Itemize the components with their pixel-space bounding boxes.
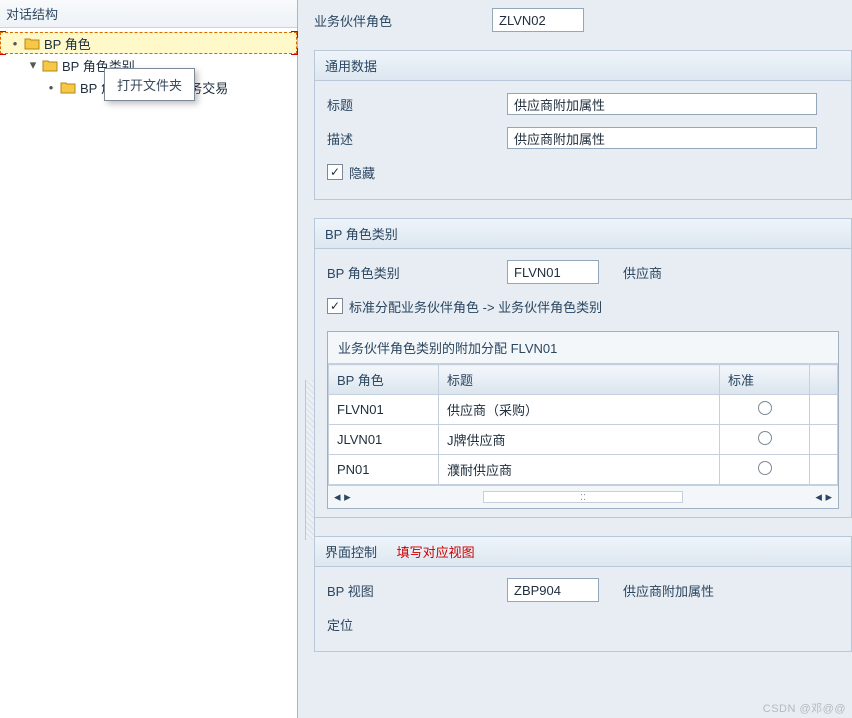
group-ui-header: 界面控制 填写对应视图 bbox=[315, 537, 851, 567]
group-general-header: 通用数据 bbox=[315, 51, 851, 81]
view-input[interactable]: ZBP904 bbox=[507, 578, 599, 602]
cell-title: J牌供应商 bbox=[439, 425, 720, 455]
role-input[interactable]: ZLVN02 bbox=[492, 8, 584, 32]
hide-checkbox[interactable] bbox=[327, 164, 343, 180]
cell-bprole: PN01 bbox=[329, 455, 439, 485]
std-assign-label: 标准分配业务伙伴角色 -> 业务伙伴角色类别 bbox=[349, 297, 602, 316]
group-rolecat-header: BP 角色类别 bbox=[315, 219, 851, 249]
tree-header: 对话结构 bbox=[0, 0, 297, 28]
rolecat-label: BP 角色类别 bbox=[327, 263, 507, 282]
col-title[interactable]: 标题 bbox=[439, 365, 720, 395]
scroll-track[interactable]: :: bbox=[483, 491, 683, 503]
tree-bullet-icon: • bbox=[10, 36, 20, 51]
group-general: 通用数据 标题 供应商附加属性 描述 供应商附加属性 隐藏 bbox=[314, 50, 852, 200]
group-rolecat: BP 角色类别 BP 角色类别 FLVN01 供应商 标准分配业务伙伴角色 ->… bbox=[314, 218, 852, 518]
drag-strip[interactable] bbox=[305, 380, 315, 540]
watermark: CSDN @邓@@ bbox=[763, 700, 846, 716]
cell-title: 供应商（采购） bbox=[439, 395, 720, 425]
folder-icon bbox=[60, 80, 76, 94]
std-assign-checkbox[interactable] bbox=[327, 298, 343, 314]
table-row[interactable]: PN01 濮耐供应商 bbox=[329, 455, 838, 485]
cell-title: 濮耐供应商 bbox=[439, 455, 720, 485]
assign-grid: 业务伙伴角色类别的附加分配 FLVN01 BP 角色 标题 标准 bbox=[327, 331, 839, 509]
cell-std[interactable] bbox=[720, 425, 810, 455]
annotation-text: 填写对应视图 bbox=[397, 545, 475, 560]
tree-bullet-icon: • bbox=[46, 80, 56, 95]
radio-icon[interactable] bbox=[758, 461, 772, 475]
cell-std[interactable] bbox=[720, 395, 810, 425]
tooltip-open-folder: 打开文件夹 bbox=[104, 68, 195, 101]
table-row[interactable]: FLVN01 供应商（采购） bbox=[329, 395, 838, 425]
cell-bprole: FLVN01 bbox=[329, 395, 439, 425]
grid-caption: 业务伙伴角色类别的附加分配 FLVN01 bbox=[328, 332, 838, 364]
hide-label: 隐藏 bbox=[349, 163, 375, 182]
rolecat-input[interactable]: FLVN01 bbox=[507, 260, 599, 284]
folder-icon bbox=[24, 36, 40, 50]
cell-bprole: JLVN01 bbox=[329, 425, 439, 455]
detail-panel: 业务伙伴角色 ZLVN02 通用数据 标题 供应商附加属性 描述 供应商附加属性 bbox=[298, 0, 852, 718]
view-label: BP 视图 bbox=[327, 581, 507, 600]
pos-label: 定位 bbox=[327, 615, 507, 634]
rolecat-desc: 供应商 bbox=[623, 263, 662, 282]
radio-icon[interactable] bbox=[758, 431, 772, 445]
scroll-next-icon[interactable]: ◂ bbox=[815, 489, 822, 504]
tree-item-bp-role[interactable]: • BP 角色 bbox=[0, 32, 297, 54]
grid-scrollbar[interactable]: ◂ ▸ :: ◂ ▸ bbox=[328, 485, 838, 508]
cell-tool bbox=[810, 425, 838, 455]
scroll-first-icon[interactable]: ◂ bbox=[334, 489, 341, 504]
tree-item-label: BP 角色 bbox=[44, 34, 91, 53]
desc-input[interactable]: 供应商附加属性 bbox=[507, 127, 817, 149]
radio-icon[interactable] bbox=[758, 401, 772, 415]
dialog-tree-panel: 对话结构 • BP 角色 ▾ BP 角色类别 • bbox=[0, 0, 298, 718]
title-input[interactable]: 供应商附加属性 bbox=[507, 93, 817, 115]
cell-std[interactable] bbox=[720, 455, 810, 485]
scroll-last-icon[interactable]: ▸ bbox=[825, 489, 832, 504]
col-bprole[interactable]: BP 角色 bbox=[329, 365, 439, 395]
folder-icon bbox=[42, 58, 58, 72]
col-std[interactable]: 标准 bbox=[720, 365, 810, 395]
view-desc: 供应商附加属性 bbox=[623, 581, 714, 600]
role-label: 业务伙伴角色 bbox=[314, 11, 492, 30]
cell-tool bbox=[810, 395, 838, 425]
desc-label: 描述 bbox=[327, 129, 507, 148]
group-ui-control: 界面控制 填写对应视图 BP 视图 ZBP904 供应商附加属性 定位 bbox=[314, 536, 852, 652]
col-tool[interactable] bbox=[810, 365, 838, 395]
cell-tool bbox=[810, 455, 838, 485]
title-label: 标题 bbox=[327, 95, 507, 114]
tree-expand-icon[interactable]: ▾ bbox=[28, 57, 38, 73]
table-row[interactable]: JLVN01 J牌供应商 bbox=[329, 425, 838, 455]
